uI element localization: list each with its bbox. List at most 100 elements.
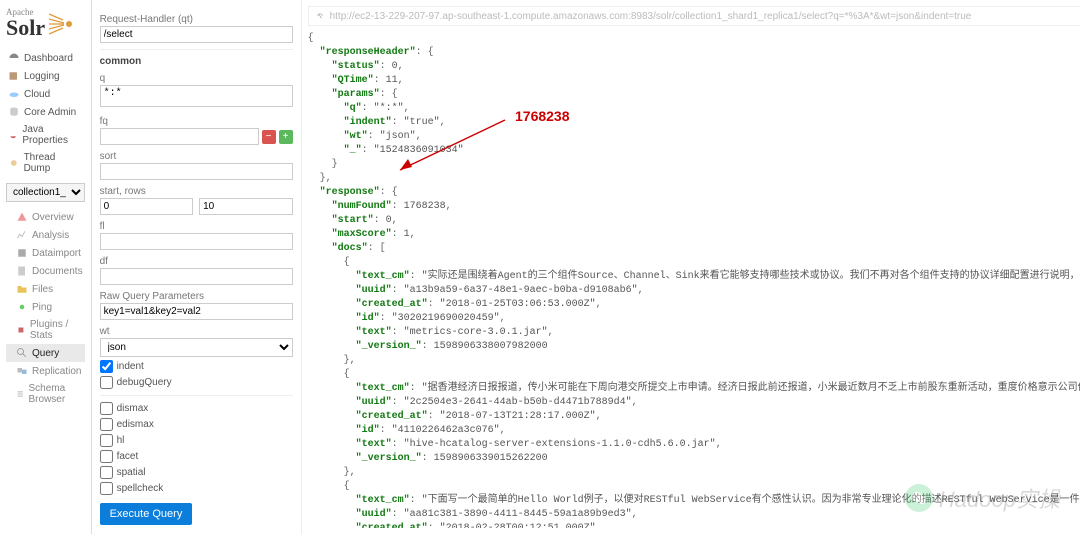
facet-checkbox[interactable] — [100, 450, 113, 463]
nav-label: Core Admin — [24, 107, 76, 118]
result-url-text: http://ec2-13-229-207-97.ap-southeast-1.… — [330, 11, 972, 22]
nav-label: Plugins / Stats — [30, 319, 83, 341]
start-label: start, rows — [100, 186, 293, 197]
raw-input[interactable] — [100, 303, 293, 320]
nav-label: Dataimport — [32, 248, 81, 259]
subnav-documents[interactable]: Documents — [6, 262, 85, 280]
edismax-checkbox[interactable] — [100, 418, 113, 431]
nav-label: Files — [32, 284, 53, 295]
debug-label: debugQuery — [117, 377, 172, 388]
sort-input[interactable] — [100, 163, 293, 180]
raw-label: Raw Query Parameters — [100, 291, 293, 302]
dismax-label: dismax — [117, 403, 149, 414]
subnav-ping[interactable]: Ping — [6, 298, 85, 316]
logo-name: Solr — [6, 15, 45, 40]
nav-java-properties[interactable]: Java Properties — [6, 121, 85, 149]
wechat-icon — [911, 490, 927, 506]
df-label: df — [100, 256, 293, 267]
q-input[interactable]: *:* — [100, 85, 293, 107]
rows-input[interactable] — [199, 198, 293, 215]
fq-label: fq — [100, 116, 293, 127]
nav-label: Query — [32, 348, 59, 359]
start-input[interactable] — [100, 198, 194, 215]
sun-icon — [47, 10, 75, 38]
subnav-plugins[interactable]: Plugins / Stats — [6, 316, 85, 344]
indent-checkbox[interactable] — [100, 360, 113, 373]
nav-label: Schema Browser — [29, 383, 83, 405]
nav-label: Documents — [32, 266, 83, 277]
nav-cloud[interactable]: Cloud — [6, 85, 85, 103]
result-url-bar[interactable]: http://ec2-13-229-207-97.ap-southeast-1.… — [308, 6, 1080, 26]
sort-label: sort — [100, 151, 293, 162]
import-icon — [16, 247, 28, 259]
java-icon — [8, 129, 18, 141]
indent-label: indent — [117, 361, 144, 372]
common-label: common — [100, 56, 293, 67]
subnav-analysis[interactable]: Analysis — [6, 226, 85, 244]
dashboard-icon — [8, 52, 20, 64]
json-response-output: { "responseHeader": { "status": 0, "QTim… — [308, 32, 1080, 528]
fq-add-button[interactable]: + — [279, 130, 293, 144]
facet-label: facet — [117, 451, 139, 462]
nav-label: Dashboard — [24, 53, 73, 64]
spatial-checkbox[interactable] — [100, 466, 113, 479]
debug-checkbox[interactable] — [100, 376, 113, 389]
nav-label: Overview — [32, 212, 74, 223]
qt-input[interactable] — [100, 26, 293, 43]
subnav-replication[interactable]: Replication — [6, 362, 85, 380]
ping-icon — [16, 301, 28, 313]
fq-remove-button[interactable]: − — [262, 130, 276, 144]
spatial-label: spatial — [117, 467, 146, 478]
df-input[interactable] — [100, 268, 293, 285]
nav-label: Cloud — [24, 89, 50, 100]
subnav-files[interactable]: Files — [6, 280, 85, 298]
link-icon — [314, 10, 326, 22]
hl-label: hl — [117, 435, 125, 446]
execute-query-button[interactable]: Execute Query — [100, 503, 193, 525]
nav-label: Ping — [32, 302, 52, 313]
analysis-icon — [16, 229, 28, 241]
plugin-icon — [16, 324, 26, 336]
fl-input[interactable] — [100, 233, 293, 250]
cloud-icon — [8, 88, 20, 100]
annotation-numfound: 1768238 — [515, 108, 570, 124]
thread-icon — [8, 157, 20, 169]
watermark-text: Hadoop实操 — [939, 482, 1060, 514]
nav-core-admin[interactable]: Core Admin — [6, 103, 85, 121]
annotation-arrow — [390, 115, 510, 175]
edismax-label: edismax — [117, 419, 154, 430]
wt-label: wt — [100, 326, 293, 337]
nav-label: Replication — [32, 366, 81, 377]
solr-logo: Apache Solr — [6, 8, 85, 39]
collection-select[interactable]: collection1_sha... — [6, 183, 85, 202]
replication-icon — [16, 365, 28, 377]
subnav-schema[interactable]: Schema Browser — [6, 380, 85, 408]
subnav-overview[interactable]: Overview — [6, 208, 85, 226]
subnav-query[interactable]: Query — [6, 344, 85, 362]
files-icon — [16, 283, 28, 295]
fq-input[interactable] — [100, 128, 259, 145]
schema-icon — [16, 388, 25, 400]
logging-icon — [8, 70, 20, 82]
wt-select[interactable]: json — [100, 338, 293, 357]
nav-dashboard[interactable]: Dashboard — [6, 49, 85, 67]
nav-label: Java Properties — [22, 124, 82, 146]
qt-label: Request-Handler (qt) — [100, 14, 293, 25]
spellcheck-label: spellcheck — [117, 483, 164, 494]
hl-checkbox[interactable] — [100, 434, 113, 447]
nav-logging[interactable]: Logging — [6, 67, 85, 85]
fl-label: fl — [100, 221, 293, 232]
spellcheck-checkbox[interactable] — [100, 482, 113, 495]
dismax-checkbox[interactable] — [100, 402, 113, 415]
watermark: Hadoop实操 — [905, 482, 1060, 514]
overview-icon — [16, 211, 28, 223]
subnav-dataimport[interactable]: Dataimport — [6, 244, 85, 262]
nav-thread-dump[interactable]: Thread Dump — [6, 149, 85, 177]
nav-label: Thread Dump — [24, 152, 83, 174]
nav-label: Analysis — [32, 230, 69, 241]
q-label: q — [100, 73, 293, 84]
nav-label: Logging — [24, 71, 60, 82]
database-icon — [8, 106, 20, 118]
query-icon — [16, 347, 28, 359]
documents-icon — [16, 265, 28, 277]
